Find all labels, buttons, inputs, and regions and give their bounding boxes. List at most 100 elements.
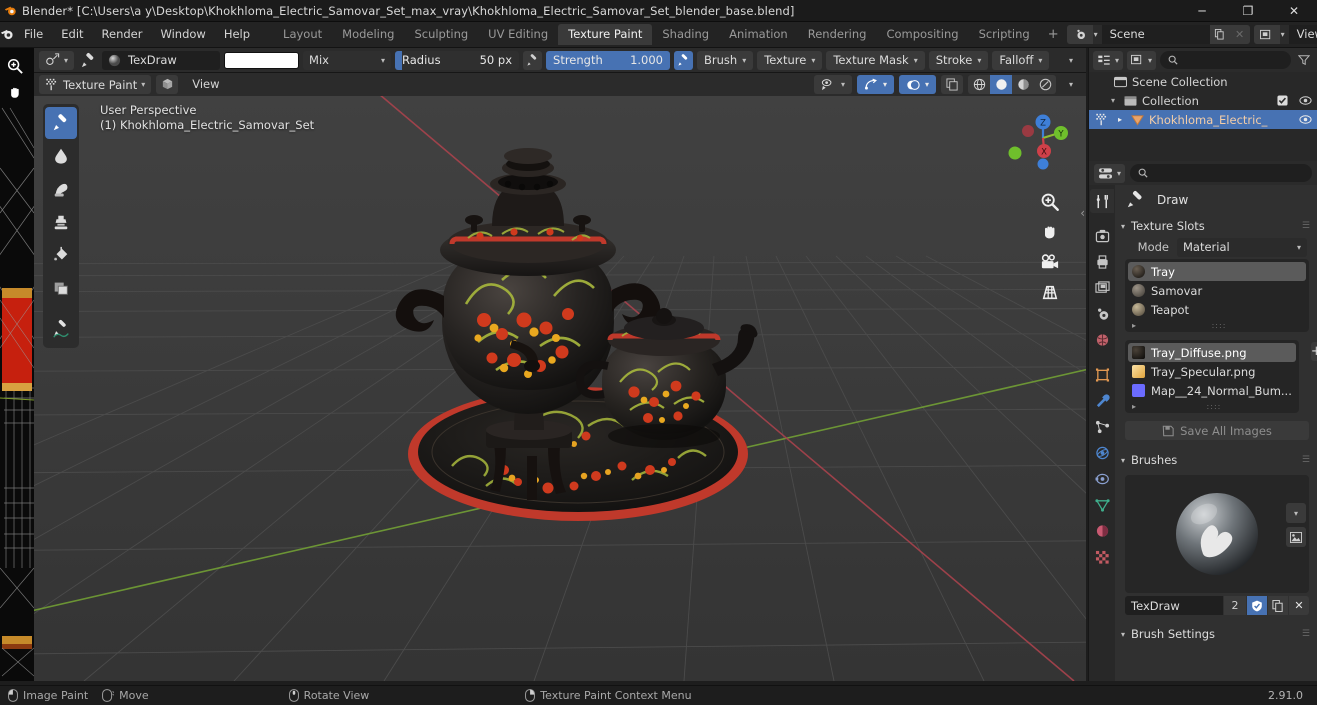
collection-visibility-eye-icon[interactable]	[1299, 95, 1312, 106]
tab-compositing[interactable]: Compositing	[876, 24, 968, 45]
material-slot-list[interactable]: Tray Samovar Teapot ▸ ::::	[1125, 259, 1309, 332]
texture-slots-panel-header[interactable]: ▾ Texture Slots ☰	[1115, 215, 1317, 237]
zoom-view-button[interactable]	[1036, 188, 1064, 216]
menu-edit[interactable]: Edit	[52, 25, 92, 44]
rendered-shading-button[interactable]	[1034, 75, 1056, 94]
menu-help[interactable]: Help	[215, 25, 259, 44]
fill-tool-button[interactable]	[45, 239, 77, 271]
texture-item-specular[interactable]: Tray_Specular.png	[1128, 362, 1296, 381]
outliner-row-object[interactable]: ▸ Khokhloma_Electric_	[1089, 110, 1317, 129]
properties-search-input[interactable]	[1130, 164, 1312, 182]
uv-pan-hand-icon[interactable]	[4, 81, 26, 103]
menu-file[interactable]: File	[15, 25, 52, 44]
maximize-button[interactable]: ❐	[1225, 0, 1271, 22]
brush-settings-panel-header[interactable]: ▾ Brush Settings ☰	[1115, 623, 1317, 645]
popover-falloff[interactable]: Falloff ▾	[992, 50, 1050, 70]
duplicate-brush-copy-icon[interactable]	[1268, 596, 1288, 615]
material-item-tray[interactable]: Tray	[1128, 262, 1306, 281]
collection-checkbox[interactable]	[1277, 95, 1288, 106]
brushes-panel-header[interactable]: ▾ Brushes ☰	[1115, 449, 1317, 471]
texture-image-list[interactable]: Tray_Diffuse.png Tray_Specular.png Map__…	[1125, 340, 1299, 413]
samovar-set-model[interactable]	[382, 114, 782, 534]
navigation-gizmo[interactable]: Z Y X	[1002, 104, 1074, 176]
shading-popover-chevron-down-icon[interactable]: ▾	[1061, 75, 1081, 94]
fake-user-shield-icon[interactable]	[1247, 596, 1267, 615]
toggle-perspective-button[interactable]	[1036, 278, 1064, 306]
brush-display-image-button[interactable]	[1286, 527, 1306, 547]
close-button[interactable]: ✕	[1271, 0, 1317, 22]
popover-stroke[interactable]: Stroke ▾	[928, 50, 989, 70]
texture-tab[interactable]	[1090, 545, 1114, 569]
render-tab[interactable]	[1090, 224, 1114, 248]
tab-rendering[interactable]: Rendering	[798, 24, 877, 45]
texture-item-diffuse[interactable]: Tray_Diffuse.png	[1128, 343, 1296, 362]
clone-tool-button[interactable]	[45, 206, 77, 238]
output-tab[interactable]	[1090, 250, 1114, 274]
paint-mask-toggle[interactable]	[156, 75, 179, 94]
tab-uv-editing[interactable]: UV Editing	[478, 24, 558, 45]
outliner-row-collection[interactable]: ▾ Collection	[1089, 91, 1317, 110]
outliner-display-mode[interactable]: ▾	[1093, 50, 1124, 70]
outliner-filter-id-type[interactable]: ▾	[1127, 50, 1157, 70]
interaction-mode-select[interactable]: Texture Paint ▾	[39, 75, 152, 94]
object-disclosure[interactable]: ▸	[1114, 115, 1126, 124]
collection-disclosure[interactable]: ▾	[1107, 96, 1119, 105]
texture-item-normal[interactable]: Map__24_Normal_Bum...	[1128, 381, 1296, 400]
view-layer-tab[interactable]	[1090, 276, 1114, 300]
solid-shading-button[interactable]	[990, 75, 1012, 94]
strength-slider[interactable]: Strength 1.000	[546, 50, 671, 70]
camera-view-button[interactable]	[1036, 248, 1064, 276]
remove-scene-button[interactable]: ✕	[1229, 25, 1250, 44]
active-tool-selector[interactable]: ▾	[39, 50, 75, 70]
visibility-popover[interactable]: ▾	[813, 75, 852, 94]
scene-selector[interactable]: ▾ Scene ✕	[1066, 25, 1250, 44]
add-workspace-button[interactable]: +	[1040, 27, 1067, 42]
texture-list-footer[interactable]: ▸ ::::	[1128, 400, 1296, 413]
tab-texture-paint[interactable]: Texture Paint	[558, 24, 653, 45]
popover-texture-mask[interactable]: Texture Mask ▾	[826, 50, 925, 70]
physics-tab[interactable]	[1090, 441, 1114, 465]
mode-select[interactable]: Material ▾	[1177, 237, 1307, 257]
new-scene-button[interactable]	[1209, 25, 1230, 44]
tab-sculpting[interactable]: Sculpting	[404, 24, 478, 45]
brush-preset-dropdown-button[interactable]: ▾	[1286, 503, 1306, 523]
object-visibility-eye-icon[interactable]	[1299, 114, 1312, 125]
data-tab[interactable]	[1090, 493, 1114, 517]
outliner-filter-icon[interactable]	[1295, 54, 1313, 66]
constraint-tab[interactable]	[1090, 467, 1114, 491]
outliner-search-input[interactable]	[1160, 51, 1291, 69]
blend-mode-select[interactable]: Mix ▾	[303, 50, 392, 70]
particles-tab[interactable]	[1090, 415, 1114, 439]
shading-mode-group[interactable]	[968, 75, 1056, 94]
menu-window[interactable]: Window	[151, 25, 214, 44]
material-list-footer[interactable]: ▸ ::::	[1128, 319, 1306, 332]
wireframe-shading-button[interactable]	[968, 75, 990, 94]
brush-color-swatch[interactable]	[224, 51, 300, 69]
tab-scripting[interactable]: Scripting	[969, 24, 1040, 45]
brush-name-field[interactable]: TexDraw	[102, 50, 221, 70]
material-list-expand-icon[interactable]: ▸	[1132, 321, 1136, 330]
menu-render[interactable]: Render	[93, 25, 152, 44]
overlays-popover[interactable]: ▾	[898, 75, 936, 94]
tab-layout[interactable]: Layout	[273, 24, 332, 45]
material-tab[interactable]	[1090, 519, 1114, 543]
tab-modeling[interactable]: Modeling	[332, 24, 404, 45]
object-tab[interactable]	[1090, 363, 1114, 387]
brush-users-count[interactable]: 2	[1224, 596, 1246, 615]
pan-view-button[interactable]	[1036, 218, 1064, 246]
tab-shading[interactable]: Shading	[652, 24, 719, 45]
material-preview-shading-button[interactable]	[1012, 75, 1034, 94]
soften-tool-button[interactable]	[45, 140, 77, 172]
header-overflow-chevron-icon[interactable]: ▾	[1061, 51, 1081, 70]
gizmo-popover[interactable]: ▾	[856, 75, 894, 94]
xray-toggle[interactable]	[941, 75, 963, 94]
sidebar-expand-arrow-icon[interactable]: ‹	[1080, 206, 1085, 220]
scene-tab[interactable]	[1090, 302, 1114, 326]
modifier-tab[interactable]	[1090, 389, 1114, 413]
unlink-brush-close-icon[interactable]: ✕	[1289, 596, 1309, 615]
uv-editor-sliver[interactable]	[0, 48, 34, 681]
world-tab[interactable]	[1090, 328, 1114, 352]
strength-pressure-toggle[interactable]	[674, 50, 694, 70]
view-layer-name[interactable]: View Layer	[1288, 25, 1317, 44]
outliner-row-scene-collection[interactable]: Scene Collection	[1089, 72, 1317, 91]
